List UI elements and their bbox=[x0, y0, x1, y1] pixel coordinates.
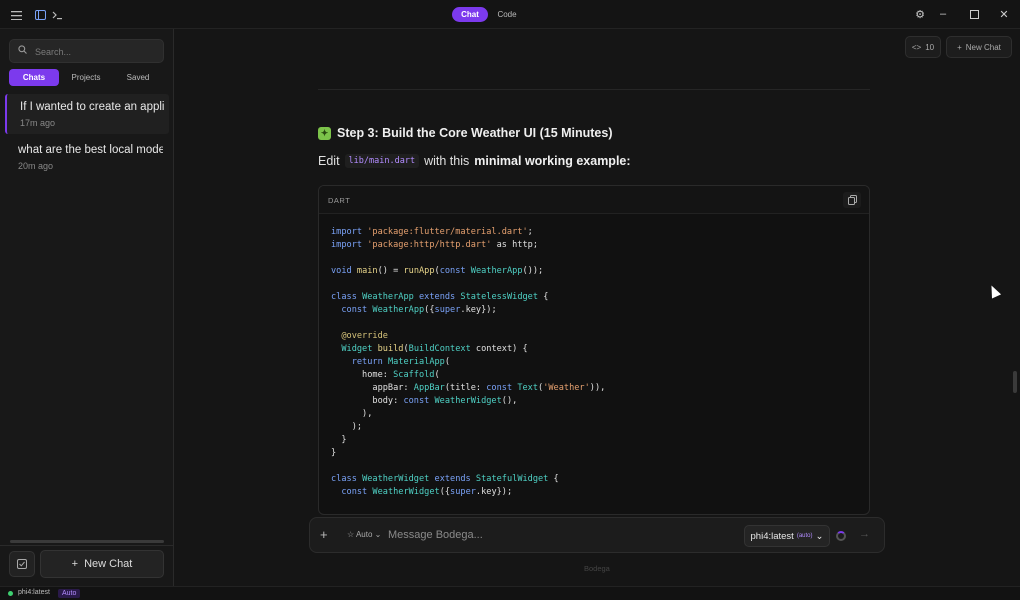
sidebar-footer: + New Chat bbox=[0, 545, 174, 586]
heading-text: Step 3: Build the Core Weather UI (15 Mi… bbox=[337, 126, 613, 140]
sidebar-tabs: Chats Projects Saved bbox=[9, 69, 164, 86]
tab-projects[interactable]: Projects bbox=[61, 69, 111, 86]
code-count: 10 bbox=[925, 42, 935, 52]
settings-icon[interactable]: ⚙ bbox=[911, 6, 929, 22]
plus-icon: + bbox=[71, 558, 79, 570]
para-text: with this bbox=[424, 154, 470, 168]
message-heading: ✦ Step 3: Build the Core Weather UI (15 … bbox=[318, 126, 613, 140]
select-chats-button[interactable] bbox=[9, 551, 35, 577]
new-chat-top-button[interactable]: + New Chat bbox=[946, 36, 1012, 58]
code-blocks-button[interactable]: <> 10 bbox=[905, 36, 941, 58]
terminal-icon[interactable] bbox=[48, 6, 66, 24]
search-input[interactable]: Search... bbox=[9, 39, 164, 63]
auto-mode-toggle[interactable]: ☆ Auto ⌄ bbox=[347, 530, 381, 539]
tab-saved[interactable]: Saved bbox=[113, 69, 163, 86]
attach-plus-icon[interactable]: + bbox=[320, 527, 328, 542]
status-model: phi4:latest bbox=[18, 589, 50, 596]
new-chat-label: New Chat bbox=[84, 558, 133, 570]
close-icon[interactable]: ✕ bbox=[995, 6, 1013, 22]
main-scrollbar[interactable] bbox=[1013, 371, 1017, 393]
model-name: phi4:latest bbox=[750, 530, 794, 542]
copy-icon[interactable] bbox=[843, 192, 861, 208]
model-badge: (auto) bbox=[796, 533, 813, 539]
code-header: DART bbox=[319, 186, 869, 214]
search-icon bbox=[18, 45, 27, 57]
maximize-icon[interactable] bbox=[965, 6, 983, 22]
message-composer: + ☆ Auto ⌄ Message Bodega... phi4:latest… bbox=[309, 517, 885, 553]
search-placeholder: Search... bbox=[35, 47, 72, 57]
auto-label: Auto bbox=[355, 530, 373, 539]
tab-chat-mode[interactable]: Chat bbox=[452, 7, 488, 22]
code-content: import 'package:flutter/material.dart'; … bbox=[331, 227, 606, 497]
divider bbox=[318, 89, 870, 90]
para-text: Edit bbox=[318, 154, 340, 168]
code-block: DART import 'package:flutter/material.da… bbox=[318, 185, 870, 515]
brand-footer: Bodega bbox=[584, 564, 610, 573]
chat-title: If I wanted to create an appli bbox=[20, 101, 165, 113]
code-language: DART bbox=[328, 196, 351, 205]
code-icon: <> bbox=[911, 42, 922, 52]
sidebar: Search... Chats Projects Saved If I want… bbox=[0, 29, 174, 586]
inline-code: lib/main.dart bbox=[344, 154, 420, 168]
new-chat-button[interactable]: + New Chat bbox=[40, 550, 164, 578]
loading-spinner-icon bbox=[836, 531, 846, 541]
puzzle-icon: ✦ bbox=[318, 126, 331, 140]
model-select[interactable]: phi4:latest (auto) ⌄ bbox=[744, 525, 830, 547]
chevron-down-icon: ⌄ bbox=[815, 530, 824, 542]
checkbox-icon bbox=[17, 559, 27, 569]
chat-list-item[interactable]: If I wanted to create an appli 17m ago bbox=[5, 94, 169, 134]
chat-time: 20m ago bbox=[18, 161, 54, 171]
menu-icon[interactable] bbox=[7, 6, 25, 24]
new-chat-top-label: New Chat bbox=[965, 42, 1001, 52]
message-input[interactable]: Message Bodega... bbox=[388, 529, 483, 541]
chat-list-item[interactable]: what are the best local mode 20m ago bbox=[5, 137, 169, 177]
chat-title: what are the best local mode bbox=[18, 144, 163, 156]
sidebar-scrollbar[interactable] bbox=[2, 538, 172, 544]
titlebar: Chat Code ⚙ – ✕ bbox=[0, 0, 1020, 29]
para-bold: minimal working example: bbox=[474, 154, 631, 168]
status-badge: Auto bbox=[58, 589, 81, 598]
chat-main: <> 10 + New Chat ✦ Step 3: Build the Cor… bbox=[175, 29, 1020, 586]
sidebar-toggle-icon[interactable] bbox=[31, 6, 49, 24]
plus-icon: + bbox=[957, 42, 962, 52]
chat-time: 17m ago bbox=[20, 118, 56, 128]
status-dot-icon bbox=[8, 591, 13, 596]
tab-code-mode[interactable]: Code bbox=[489, 7, 525, 22]
tab-chats[interactable]: Chats bbox=[9, 69, 59, 86]
message-paragraph: Edit lib/main.dart with this minimal wor… bbox=[318, 154, 631, 168]
minimize-icon[interactable]: – bbox=[934, 6, 952, 22]
status-bar: phi4:latest Auto bbox=[0, 586, 1020, 600]
send-arrow-icon[interactable]: → bbox=[859, 528, 870, 540]
